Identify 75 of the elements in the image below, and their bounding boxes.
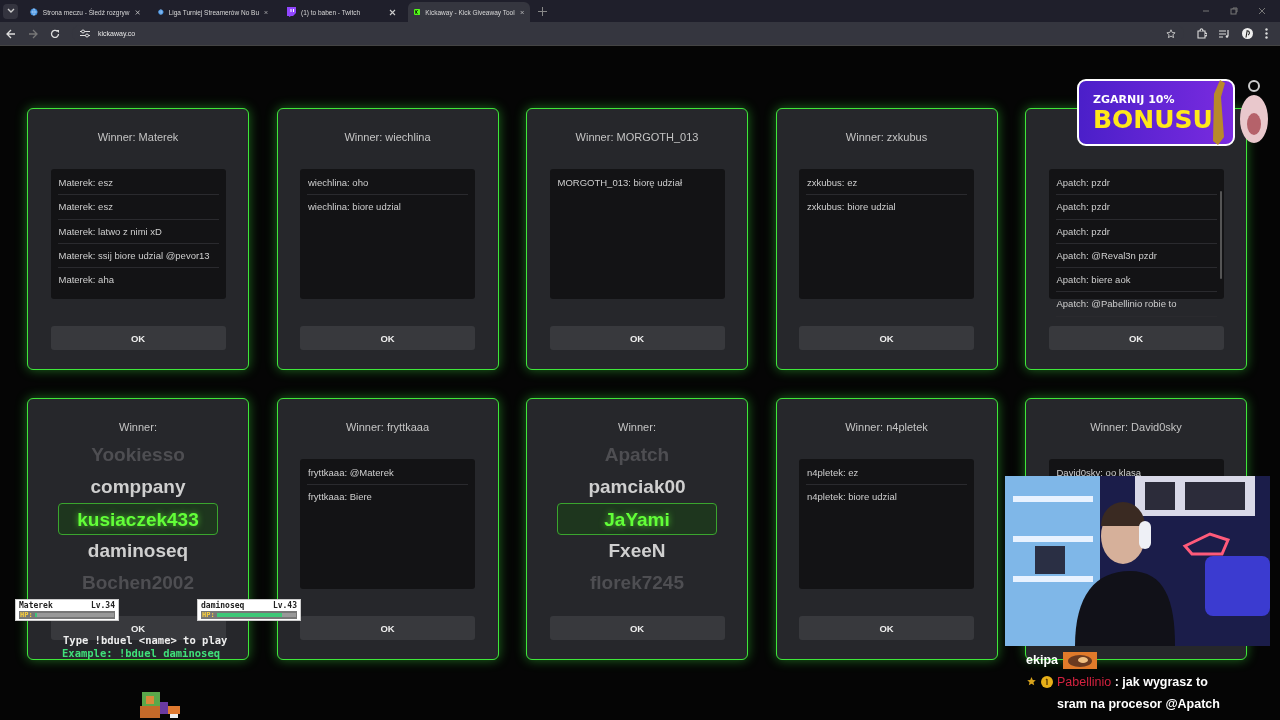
back-icon[interactable] [6,28,16,39]
globe-icon [158,7,164,17]
ok-button[interactable]: OK [300,326,475,350]
more-icon[interactable] [1265,28,1268,39]
forward-icon[interactable] [28,28,38,39]
reload-icon[interactable] [50,28,60,39]
chat-message: Apatch: pzdr [1055,219,1217,244]
winner-title: Winner: MORGOTH_013 [575,131,699,143]
winner-title: Winner: zxkubus [845,131,928,143]
chat-message: Materek: esz [57,195,219,220]
chat-message: zxkubus: ez [806,171,967,196]
roulette-name: pamciak00 [587,475,687,499]
chat-message: wiechlina: oho [307,171,468,196]
chat-message: Pabellinio : jak wygrasz to sram na procesor @Apatch [1057,674,1221,713]
chevron-down-icon [6,8,15,14]
media-list-icon[interactable] [1219,28,1230,39]
winner-title: Winner: David0sky [1090,421,1182,433]
ok-button[interactable]: OK [1048,326,1224,350]
promo-banner[interactable]: ZGARNIJ 10% BONUSU [1077,79,1235,146]
winner-title: Winner: n4pletek [845,421,928,433]
ok-button[interactable]: OK [300,616,475,640]
promo-text: ZGARNIJ 10% [1093,93,1176,105]
chat-message: Apatch: pzdr [1055,171,1217,196]
chat-message: Apatch: biere aok [1055,268,1217,293]
duel-example: Example: !bduel daminoseq [62,647,221,659]
badge-icon [1026,676,1037,687]
winner-title: Winner: Materek [97,131,179,143]
globe-icon [30,7,38,17]
chat-message: wiechlina: biore udzial [307,200,402,215]
winner-title: Winner: [119,421,157,433]
chat-message: n4pletek: biore udzial [806,490,898,505]
pin-icon[interactable] [1242,28,1253,39]
ok-button[interactable]: OK [50,326,226,350]
restore-icon[interactable] [1230,7,1238,15]
new-tab-icon[interactable] [538,6,547,16]
site-settings-icon[interactable] [80,29,90,38]
chat-message: Materek: ssij biore udzial @pevor13 [57,243,219,269]
chat-message: David0sky: oo klasa [1055,466,1142,480]
promo-headline: BONUSU [1093,106,1214,132]
winner-title: Winner: fryttkaaa [345,421,430,433]
scrollbar[interactable] [1219,191,1222,279]
star-icon[interactable] [1166,28,1176,39]
chat-message: fryttkaaa: Biere [307,490,373,505]
roulette-name: comppany [89,475,187,499]
tab-search-button[interactable] [3,3,18,19]
k-logo-icon [414,7,421,17]
puzzle-icon[interactable] [1196,28,1207,39]
ok-button[interactable]: OK [549,616,725,640]
chat-message: MORGOTH_013: biorę udział [556,176,684,190]
player-level: Lv.43 [272,601,297,611]
winner-title: Winner: wiechlina [344,131,431,143]
close-icon[interactable] [134,8,140,16]
chat-message: Apatch: @Reval3n pzdr [1055,243,1217,269]
chat-bubble-icon [286,7,296,17]
winner-name-highlight: kusiaczek433 [58,503,218,535]
chat-message: zxkubus: biore udzial [806,200,897,215]
roulette-name: daminoseq [86,539,190,563]
ok-button[interactable]: OK [799,326,974,350]
player-name: daminoseq [201,601,245,611]
chat-message: fryttkaaa: @Materek [307,461,468,486]
chat-message: n4pletek: ez [806,461,967,486]
roulette-name: FxeeN [607,539,667,563]
chat-message: Materek: latwo z nimi xD [57,219,219,244]
winner-name-highlight: JaYami [557,503,717,535]
ok-button[interactable]: OK [799,616,974,640]
chat-message: Apatch: @Pabellinio robie to [1055,292,1217,317]
winner-title: Winner: [618,421,656,433]
close-icon[interactable] [389,8,396,16]
medal-icon [1041,676,1053,688]
ok-button[interactable]: OK [549,326,725,350]
chat-message: Materek: aha [57,273,115,288]
player-name: Materek [19,601,53,611]
player-level: Lv.34 [90,601,115,611]
chat-message: Apatch: pzdr [1055,195,1217,220]
chat-message: Materek: esz [57,171,219,196]
